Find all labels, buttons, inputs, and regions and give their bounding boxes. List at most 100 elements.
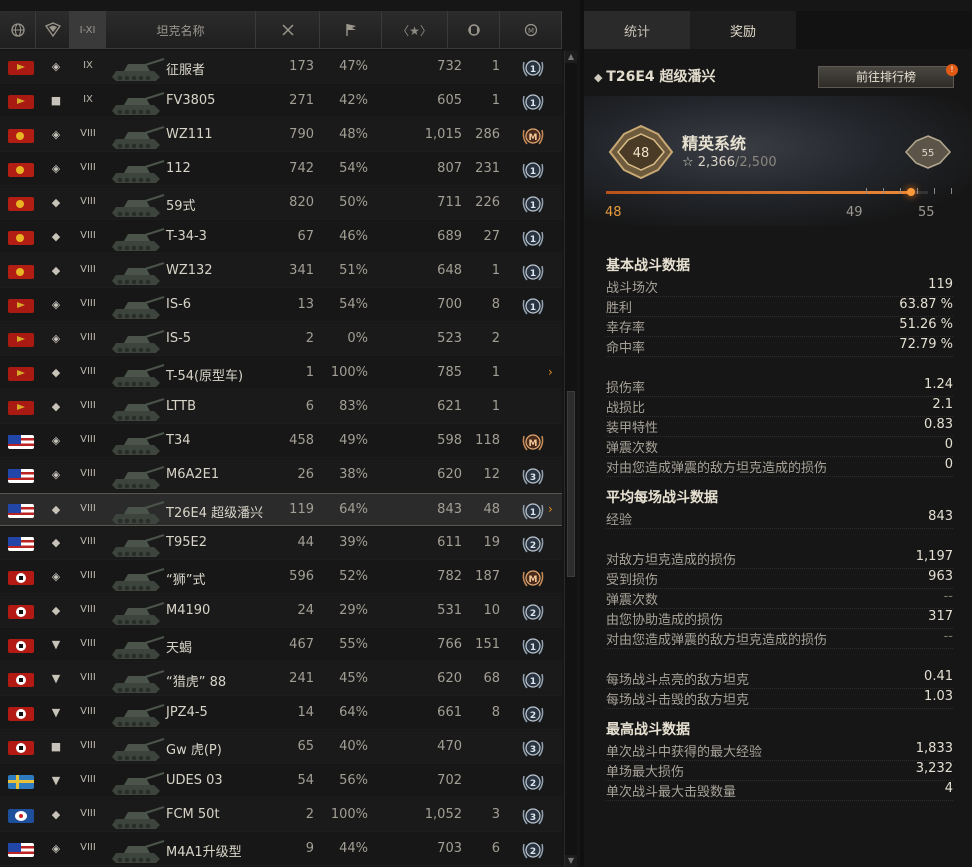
stat-value: 2.1: [932, 397, 953, 412]
progress-tick: [866, 188, 867, 194]
table-row[interactable]: ◈ VIII M6A2E1 26 38% 620 12 3: [0, 459, 562, 492]
vehicle-tier: VIII: [80, 842, 96, 853]
nation-flag-icon: [8, 435, 34, 449]
vehicle-name: Gw 虎(P): [166, 743, 222, 758]
mastery-badge-icon: 1: [522, 264, 544, 281]
table-row[interactable]: ◆ VIII WZ132 341 51% 648 1 1: [0, 255, 562, 288]
vehicle-class-icon: ▼: [51, 672, 61, 685]
scrollbar-thumb[interactable]: [567, 391, 575, 577]
progress-tick: [883, 188, 884, 194]
table-row[interactable]: ■ VIII Gw 虎(P) 65 40% 470 3: [0, 731, 562, 764]
tank-icon: [112, 261, 165, 285]
vehicle-name: IS-5: [166, 331, 192, 346]
elite-level-next: 49: [846, 205, 863, 220]
mastery-badge-icon: 3: [522, 468, 544, 485]
elite-points: ☆ 2,366/2,500: [682, 155, 777, 170]
elite-progress-marker: [906, 188, 915, 196]
table-row[interactable]: ◆ VIII T95E2 44 39% 611 19 2: [0, 527, 562, 560]
stat-row: 对敌方坦克造成的损伤 1,197: [606, 549, 953, 569]
vehicle-class-icon: ◈: [51, 60, 61, 73]
scroll-down-icon[interactable]: ▼: [565, 855, 577, 867]
vehicle-name: T-54(原型车): [166, 369, 244, 384]
battles-count: 742: [289, 161, 314, 176]
average-exp: 711: [437, 195, 462, 210]
extra-stat: 8: [491, 705, 500, 720]
row-arrow-icon: ›: [548, 365, 553, 379]
exp-sort-button[interactable]: 〈★〉: [382, 11, 448, 49]
table-row[interactable]: ◈ VIII M4A1升级型 9 44% 703 6 2: [0, 833, 562, 866]
win-rate: 51%: [339, 263, 368, 278]
table-row[interactable]: ◈ VIII WZ111 790 48% 1,015 286 M: [0, 119, 562, 152]
table-row[interactable]: ▼ VIII 天蝎 467 55% 766 151 1: [0, 629, 562, 662]
vehicle-name: 112: [166, 161, 191, 176]
stat-label: 损伤率: [606, 381, 646, 396]
shield-swap-icon: [467, 24, 480, 36]
stat-row: 单次战斗最大击毁数量 4: [606, 781, 953, 801]
table-row[interactable]: ◆ VIII LTTB 6 83% 621 1: [0, 391, 562, 424]
elite-level-start: 48: [605, 205, 622, 220]
battles-count: 173: [289, 59, 314, 74]
table-row[interactable]: ▼ VIII UDES 03 54 56% 702 2: [0, 765, 562, 798]
table-row[interactable]: ◈ VIII 112 742 54% 807 231 1: [0, 153, 562, 186]
extra-stat: 19: [483, 535, 500, 550]
stats-section-title: 最高战斗数据: [606, 722, 690, 738]
damage-sort-button[interactable]: [448, 11, 500, 49]
mastery-value: 3: [530, 813, 536, 823]
table-row[interactable]: ◈ VIII IS-6 13 54% 700 8 1: [0, 289, 562, 322]
vehicle-class-icon: ▼: [51, 774, 61, 787]
table-row[interactable]: ◈ VIII T34 458 49% 598 118 M: [0, 425, 562, 458]
vehicle-name: WZ132: [166, 263, 213, 278]
vehicle-list-scrollbar[interactable]: ▲ ▼: [564, 51, 577, 867]
vehicle-name: “猎虎” 88: [166, 675, 227, 690]
win-rate: 0%: [347, 331, 368, 346]
vehicle-tier: IX: [83, 60, 93, 71]
table-row[interactable]: ▼ VIII “猎虎” 88 241 45% 620 68 1: [0, 663, 562, 696]
table-row[interactable]: ◆ VIII FCM 50t 2 100% 1,052 3 3: [0, 799, 562, 832]
table-row[interactable]: ◆ VIII T-34-3 67 46% 689 27 1: [0, 221, 562, 254]
average-exp: 843: [437, 502, 462, 517]
table-row[interactable]: ◆ VIII T26E4 超级潘兴 119 64% 843 48 1 ›: [0, 493, 562, 526]
battles-sort-button[interactable]: [256, 11, 320, 49]
table-row[interactable]: ■ IX FV3805 271 42% 605 1 1: [0, 85, 562, 118]
tier-filter-button[interactable]: I-XI: [70, 11, 106, 49]
stat-row: 每场战斗点亮的敌方坦克 0.41: [606, 669, 953, 689]
vehicle-tier: VIII: [80, 672, 96, 683]
stat-value: --: [943, 589, 953, 604]
stat-value: 63.87 %: [899, 297, 953, 312]
extra-stat: 1: [491, 59, 500, 74]
wins-sort-button[interactable]: [320, 11, 382, 49]
vehicle-tier: VIII: [80, 162, 96, 173]
win-rate: 64%: [339, 705, 368, 720]
table-row[interactable]: ◆ VIII 59式 820 50% 711 226 1: [0, 187, 562, 220]
mastery-value: 2: [530, 541, 536, 551]
tab-rewards[interactable]: 奖励: [690, 11, 796, 49]
win-rate: 42%: [339, 93, 368, 108]
win-rate: 29%: [339, 603, 368, 618]
tab-statistics[interactable]: 统计: [584, 11, 690, 49]
extra-stat: 10: [483, 603, 500, 618]
elite-progress-fill: [606, 191, 911, 194]
extra-stat: 226: [475, 195, 500, 210]
mastery-badge-icon: 1: [522, 94, 544, 111]
stat-row: 命中率 72.79 %: [606, 337, 953, 357]
elite-points-max: /2,500: [735, 155, 777, 170]
svg-text:M: M: [527, 27, 533, 35]
name-sort-button[interactable]: 坦克名称: [106, 11, 256, 49]
mastery-value: 1: [530, 677, 536, 687]
selected-tank-name: T26E4 超级潘兴: [606, 69, 716, 85]
table-row[interactable]: ◈ VIII IS-5 2 0% 523 2: [0, 323, 562, 356]
vehicle-name: LTTB: [166, 399, 197, 414]
table-row[interactable]: ▼ VIII JPZ4-5 14 64% 661 8 2: [0, 697, 562, 730]
class-sort-button[interactable]: [36, 11, 70, 49]
table-row[interactable]: ◈ VIII “狮”式 596 52% 782 187 M: [0, 561, 562, 594]
table-row[interactable]: ◆ VIII M4190 24 29% 531 10 2: [0, 595, 562, 628]
vehicle-class-icon: ◆: [51, 503, 61, 516]
scroll-up-icon[interactable]: ▲: [565, 51, 577, 63]
mastery-sort-button[interactable]: M: [500, 11, 562, 49]
crossed-swords-icon: [281, 24, 294, 36]
leaderboard-button[interactable]: 前往排行榜: [818, 66, 954, 88]
table-row[interactable]: ◈ IX 征服者 173 47% 732 1 1: [0, 51, 562, 84]
table-row[interactable]: ◆ VIII T-54(原型车) 1 100% 785 1 ›: [0, 357, 562, 390]
extra-stat: 8: [491, 297, 500, 312]
nation-sort-button[interactable]: [0, 11, 36, 49]
